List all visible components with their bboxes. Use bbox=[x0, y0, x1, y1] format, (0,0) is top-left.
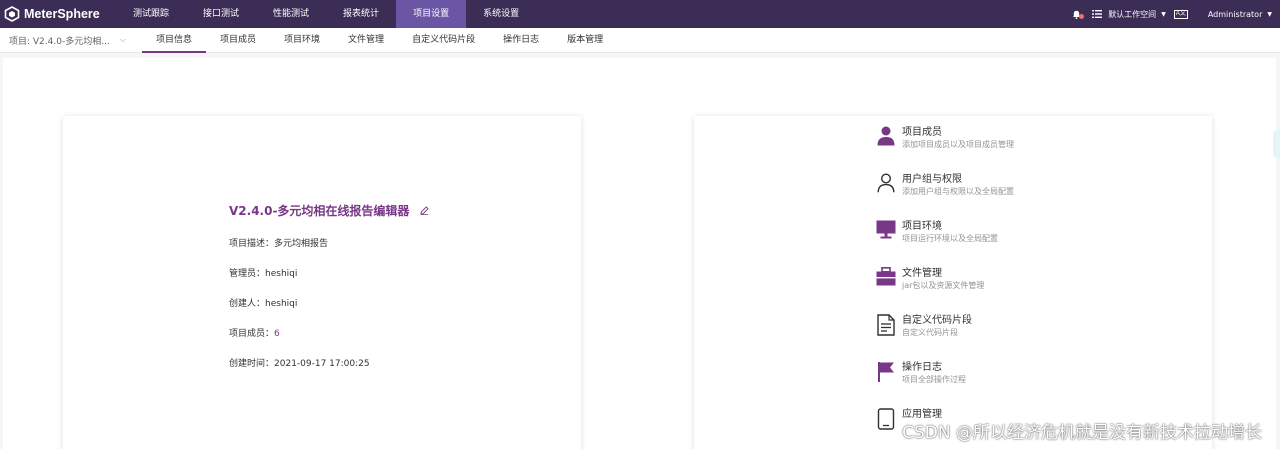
app-icon bbox=[877, 408, 895, 430]
info-value: 2021-09-17 17:00:25 bbox=[274, 359, 370, 369]
info-label: 创建时间： bbox=[229, 359, 275, 369]
settings-menu-card: 项目成员 添加项目成员以及项目成员管理 用户组与权限 添加用户组与权限以及全局配… bbox=[694, 116, 1212, 449]
menu-item-desc: 添加用户组与权限以及全局配置 bbox=[902, 187, 1014, 196]
user-name: Administrator bbox=[1207, 9, 1263, 19]
info-row-members: 项目成员：6 bbox=[229, 326, 280, 339]
project-title-row: V2.4.0-多元均相在线报告编辑器 bbox=[229, 202, 429, 219]
menu-item-desc: jar包以及资源文件管理 bbox=[902, 281, 985, 290]
project-title: V2.4.0-多元均相在线报告编辑器 bbox=[229, 204, 410, 218]
main-nav: 测试跟踪 接口测试 性能测试 报表统计 项目设置 系统设置 bbox=[116, 0, 536, 28]
nav-item-report-stats[interactable]: 报表统计 bbox=[326, 0, 396, 28]
notification-button[interactable] bbox=[1072, 9, 1085, 19]
info-row-description: 项目描述：多元均相报告 bbox=[229, 236, 328, 249]
settings-tabs: 项目信息 项目成员 项目环境 文件管理 自定义代码片段 操作日志 版本管理 bbox=[142, 28, 617, 53]
monitor-icon bbox=[876, 220, 896, 239]
menu-item-desc: 项目运行环境以及全局配置 bbox=[902, 234, 998, 243]
top-navbar: MeterSphere 测试跟踪 接口测试 性能测试 报表统计 项目设置 系统设… bbox=[0, 0, 1280, 28]
info-label: 管理员： bbox=[229, 269, 266, 279]
menu-item-title: 用户组与权限 bbox=[902, 174, 962, 185]
info-label: 项目成员： bbox=[229, 329, 275, 339]
info-label: 创建人： bbox=[229, 299, 266, 309]
info-row-creator: 创建人：heshiqi bbox=[229, 296, 297, 309]
workspace-select[interactable]: 默认工作空间 ▼ bbox=[1092, 9, 1166, 20]
menu-item-user-groups[interactable]: 用户组与权限 添加用户组与权限以及全局配置 bbox=[876, 173, 1014, 197]
nav-item-performance-test[interactable]: 性能测试 bbox=[256, 0, 326, 28]
menu-item-title: 项目成员 bbox=[902, 127, 942, 138]
menu-item-custom-code[interactable]: 自定义代码片段 自定义代码片段 bbox=[876, 314, 972, 338]
nav-item-api-test[interactable]: 接口测试 bbox=[186, 0, 256, 28]
menu-item-desc: 添加项目成员以及项目成员管理 bbox=[902, 140, 1014, 149]
document-icon bbox=[877, 314, 895, 336]
nav-item-test-track[interactable]: 测试跟踪 bbox=[116, 0, 186, 28]
menu-item-title: 项目环境 bbox=[902, 221, 942, 232]
tab-file-management[interactable]: 文件管理 bbox=[334, 28, 398, 53]
project-switcher[interactable]: 项目: V2.4.0-多元均相... ⌵ bbox=[0, 34, 142, 47]
project-subnav: 项目: V2.4.0-多元均相... ⌵ 项目信息 项目成员 项目环境 文件管理… bbox=[0, 28, 1280, 53]
nav-item-system-settings[interactable]: 系统设置 bbox=[466, 0, 536, 28]
user-filled-icon bbox=[877, 126, 895, 146]
info-label: 项目描述： bbox=[229, 239, 275, 249]
info-value: 多元均相报告 bbox=[274, 239, 329, 249]
metersphere-logo-icon bbox=[4, 6, 20, 22]
tab-custom-code-snippets[interactable]: 自定义代码片段 bbox=[398, 28, 489, 53]
side-edge-tab[interactable] bbox=[1273, 130, 1280, 158]
project-info-card: V2.4.0-多元均相在线报告编辑器 项目描述：多元均相报告 管理员：heshi… bbox=[63, 116, 581, 449]
workspace-label: 默认工作空间 bbox=[1108, 9, 1157, 19]
tab-project-env[interactable]: 项目环境 bbox=[270, 28, 334, 53]
caret-down-icon: ▼ bbox=[1161, 10, 1166, 18]
menu-item-operation-log[interactable]: 操作日志 项目全部操作过程 bbox=[876, 361, 966, 385]
info-row-admin: 管理员：heshiqi bbox=[229, 266, 297, 279]
user-outline-icon bbox=[877, 173, 895, 193]
user-menu[interactable]: Administrator ▼ bbox=[1208, 10, 1272, 19]
menu-item-title: 文件管理 bbox=[902, 268, 942, 279]
tab-project-members[interactable]: 项目成员 bbox=[206, 28, 270, 53]
menu-item-project-members[interactable]: 项目成员 添加项目成员以及项目成员管理 bbox=[876, 126, 1014, 150]
chevron-down-icon: ⌵ bbox=[119, 35, 126, 44]
tab-project-info[interactable]: 项目信息 bbox=[142, 28, 207, 53]
member-count-link[interactable]: 6 bbox=[274, 329, 280, 339]
info-row-created-time: 创建时间：2021-09-17 17:00:25 bbox=[229, 356, 370, 369]
info-value: heshiqi bbox=[265, 299, 298, 309]
menu-item-title: 操作日志 bbox=[902, 362, 942, 373]
language-switch[interactable]: A文 bbox=[1173, 9, 1188, 19]
topbar-right: 默认工作空间 ▼ A文 Administrator ▼ bbox=[1072, 0, 1280, 28]
menu-item-desc: 自定义代码片段 bbox=[902, 328, 958, 337]
app-name: MeterSphere bbox=[24, 7, 100, 21]
nav-item-project-settings[interactable]: 项目设置 bbox=[396, 0, 467, 28]
info-value: heshiqi bbox=[265, 269, 298, 279]
menu-item-file-management[interactable]: 文件管理 jar包以及资源文件管理 bbox=[876, 267, 984, 291]
list-icon bbox=[1092, 10, 1103, 18]
edit-icon[interactable] bbox=[419, 206, 429, 216]
caret-down-icon: ▼ bbox=[1267, 10, 1272, 18]
translate-icon: A文 bbox=[1173, 9, 1188, 19]
briefcase-icon bbox=[876, 267, 896, 286]
project-switcher-label: 项目: V2.4.0-多元均相... bbox=[9, 36, 110, 47]
flag-icon bbox=[878, 362, 894, 382]
notification-dot bbox=[1079, 14, 1085, 19]
tab-version-management[interactable]: 版本管理 bbox=[553, 28, 617, 53]
menu-item-project-env[interactable]: 项目环境 项目运行环境以及全局配置 bbox=[876, 220, 998, 244]
menu-item-title: 自定义代码片段 bbox=[902, 315, 972, 326]
watermark: CSDN @所以经济危机就是没有新技术拉动增长 bbox=[902, 423, 1262, 443]
logo[interactable]: MeterSphere bbox=[0, 6, 116, 22]
menu-item-desc: 项目全部操作过程 bbox=[902, 375, 966, 384]
tab-operation-log[interactable]: 操作日志 bbox=[489, 28, 553, 53]
main-content: V2.4.0-多元均相在线报告编辑器 项目描述：多元均相报告 管理员：heshi… bbox=[3, 58, 1276, 449]
